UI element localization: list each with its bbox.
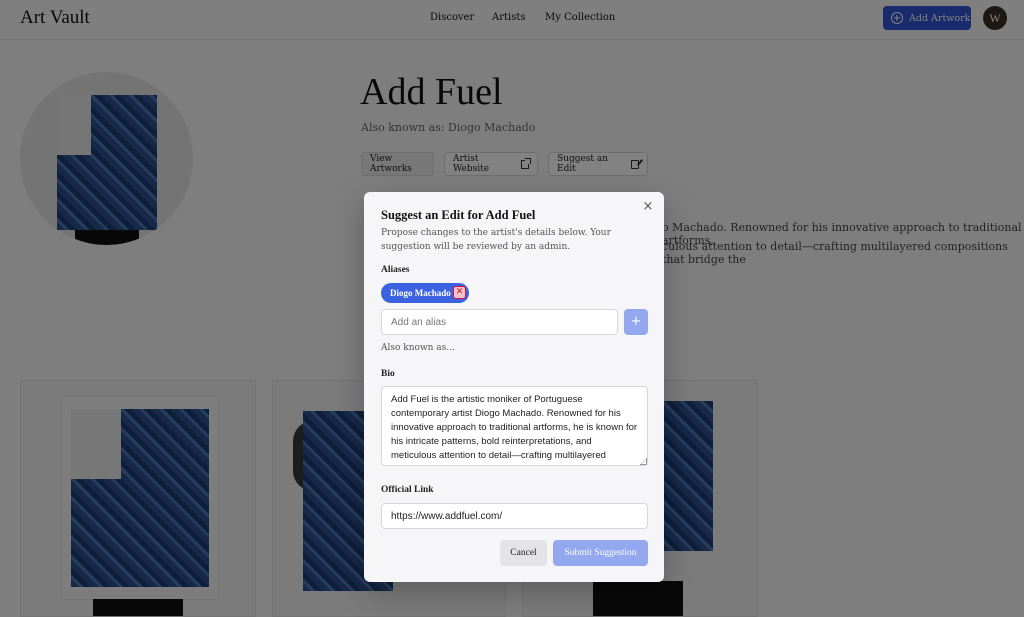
official-link-input[interactable] bbox=[381, 503, 648, 529]
suggest-edit-dialog: Suggest an Edit for Add Fuel × Propose c… bbox=[364, 192, 664, 582]
alias-chip-label: Diogo Machado bbox=[390, 288, 451, 298]
remove-icon[interactable]: ✕ bbox=[453, 286, 466, 299]
close-icon[interactable]: × bbox=[641, 200, 655, 214]
dialog-title: Suggest an Edit for Add Fuel bbox=[381, 208, 536, 222]
official-link-label: Official Link bbox=[381, 485, 434, 495]
bio-label: Bio bbox=[381, 369, 395, 379]
submit-suggestion-button[interactable]: Submit Suggestion bbox=[553, 540, 648, 566]
alias-input[interactable] bbox=[381, 309, 618, 335]
bio-textarea[interactable]: Add Fuel is the artistic moniker of Port… bbox=[381, 386, 648, 466]
resize-handle-icon[interactable] bbox=[640, 458, 647, 465]
aliases-label: Aliases bbox=[381, 265, 410, 275]
cancel-button[interactable]: Cancel bbox=[500, 540, 547, 566]
alias-hint: Also known as... bbox=[381, 343, 455, 353]
add-alias-button[interactable]: + bbox=[624, 309, 648, 335]
dialog-description: Propose changes to the artist's details … bbox=[381, 228, 611, 252]
alias-chip: Diogo Machado ✕ bbox=[381, 283, 469, 303]
